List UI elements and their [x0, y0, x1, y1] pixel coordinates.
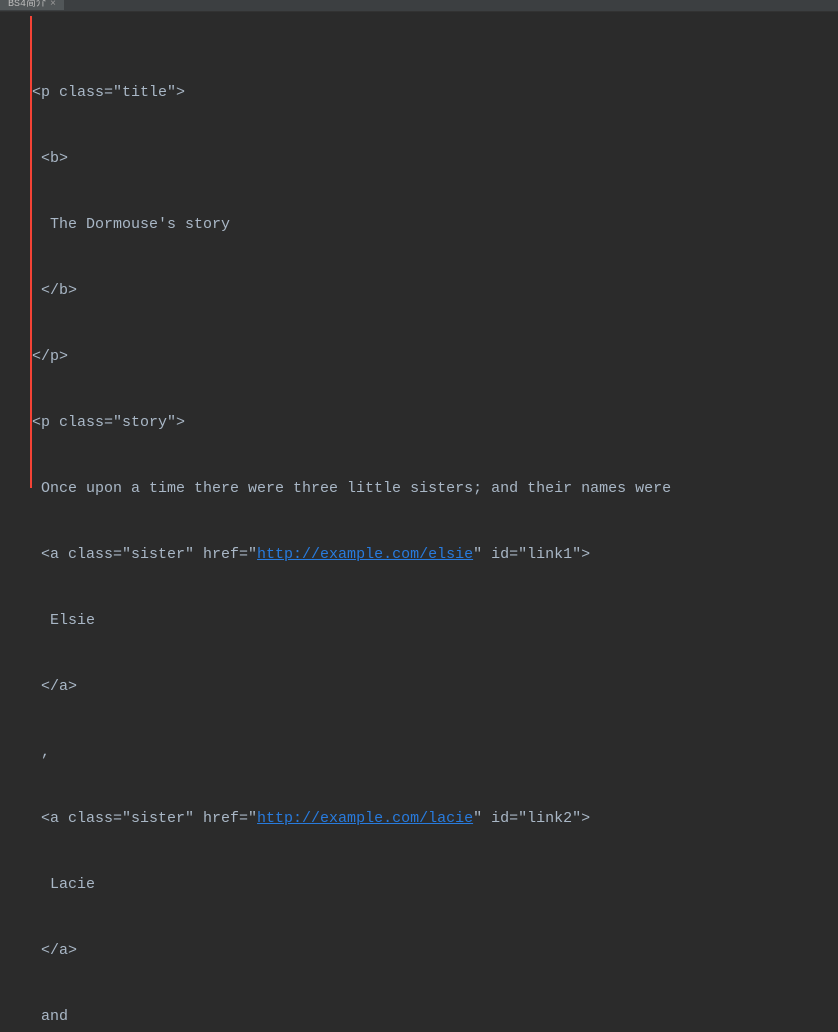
code-editor[interactable]: <p class="title"> <b> The Dormouse's sto…	[0, 12, 838, 1032]
close-icon[interactable]: ×	[50, 0, 56, 10]
version-control-gutter	[30, 16, 32, 488]
code-line: </a>	[0, 940, 838, 962]
code-text: " id="link2">	[473, 810, 590, 827]
code-text: <a class="sister" href="	[14, 810, 257, 827]
code-line: </b>	[0, 280, 838, 302]
code-line: and	[0, 1006, 838, 1028]
code-text: <a class="sister" href="	[14, 546, 257, 563]
code-line: Lacie	[0, 874, 838, 896]
hyperlink[interactable]: http://example.com/lacie	[257, 810, 473, 827]
code-line: Once upon a time there were three little…	[0, 478, 838, 500]
code-line: <a class="sister" href="http://example.c…	[0, 544, 838, 566]
code-line: </a>	[0, 676, 838, 698]
code-text: " id="link1">	[473, 546, 590, 563]
code-line: <b>	[0, 148, 838, 170]
code-line: The Dormouse's story	[0, 214, 838, 236]
tab-bar: BS4简介 ×	[0, 0, 838, 12]
code-line: <a class="sister" href="http://example.c…	[0, 808, 838, 830]
code-line: <p class="story">	[0, 412, 838, 434]
code-line: </p>	[0, 346, 838, 368]
code-line: <p class="title">	[0, 82, 838, 104]
tab-label: BS4简介	[8, 0, 46, 10]
code-line: Elsie	[0, 610, 838, 632]
hyperlink[interactable]: http://example.com/elsie	[257, 546, 473, 563]
code-line: ,	[0, 742, 838, 764]
editor-tab[interactable]: BS4简介 ×	[0, 0, 64, 10]
